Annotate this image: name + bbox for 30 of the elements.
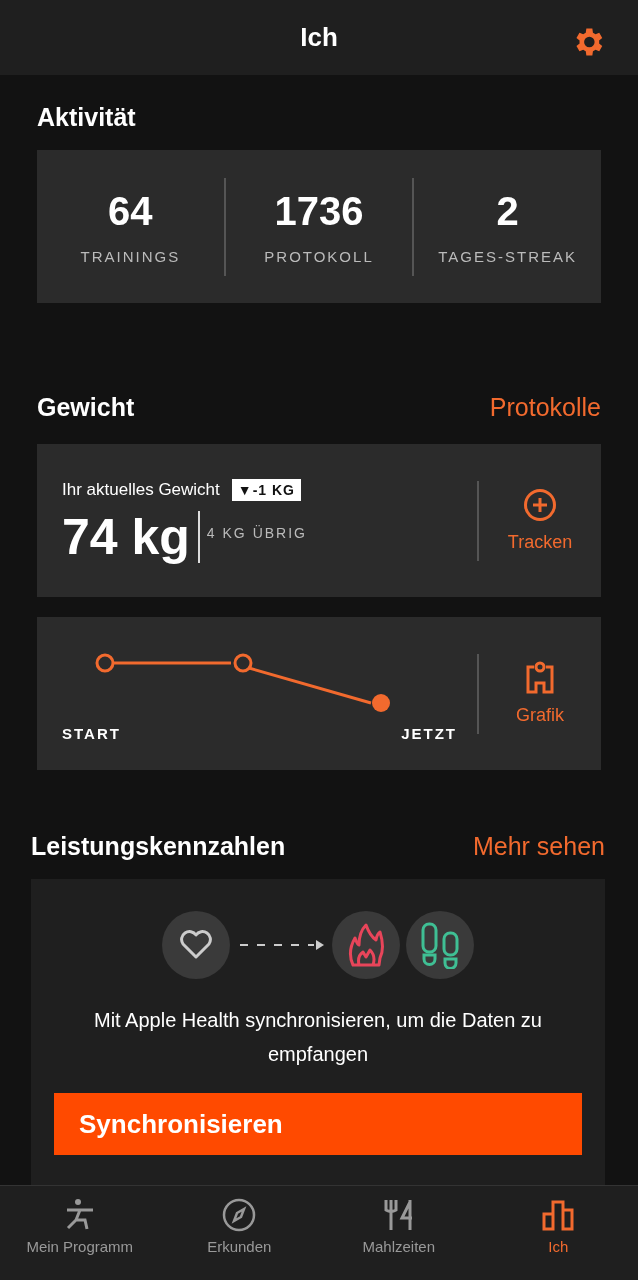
bar-chart-icon [541, 1198, 576, 1232]
axis-label: JETZT [401, 725, 457, 742]
sync-message: Mit Apple Health synchronisieren, um die Daten zu empfangen [93, 1008, 543, 1067]
weight-label: Ihr aktuelles Gewicht [62, 479, 220, 500]
section-title: Aktivität [37, 103, 137, 132]
stat-label: TRAININGS [80, 247, 181, 265]
stat-label: TAGES-STREAK [438, 247, 578, 265]
stat-value: 2 [496, 188, 519, 234]
track-button[interactable]: Tracken [479, 488, 601, 553]
clipboard-icon [524, 661, 556, 695]
remaining-text: 4 KG ÜBRIG [206, 524, 307, 541]
tab[interactable]: Ich [478, 1186, 638, 1280]
stat-value: 1736 [274, 188, 364, 234]
tab[interactable]: Mein Programm [0, 1186, 160, 1280]
change-badge: ▼-1 KG [231, 478, 301, 501]
stat-label: PROTOKOLL [264, 247, 374, 265]
screen-title: Ich [300, 22, 338, 53]
protocols-link[interactable]: Protokolle [489, 393, 601, 422]
compass-icon [222, 1198, 257, 1232]
plus-circle-icon [523, 488, 557, 522]
tab[interactable]: Erkunden [159, 1186, 319, 1280]
weight-value: 74 kg [62, 510, 200, 563]
section-title: Leistungskennzahlen [31, 832, 286, 861]
sync-button[interactable]: Synchronisieren [54, 1093, 582, 1155]
graph-button[interactable]: Grafik [479, 661, 601, 726]
tab[interactable]: Mahlzeiten [319, 1186, 479, 1280]
axis-label: START [62, 725, 121, 742]
section-title: Gewicht [37, 393, 135, 422]
more-link[interactable]: Mehr sehen [472, 832, 605, 861]
stat-value: 64 [108, 188, 153, 234]
